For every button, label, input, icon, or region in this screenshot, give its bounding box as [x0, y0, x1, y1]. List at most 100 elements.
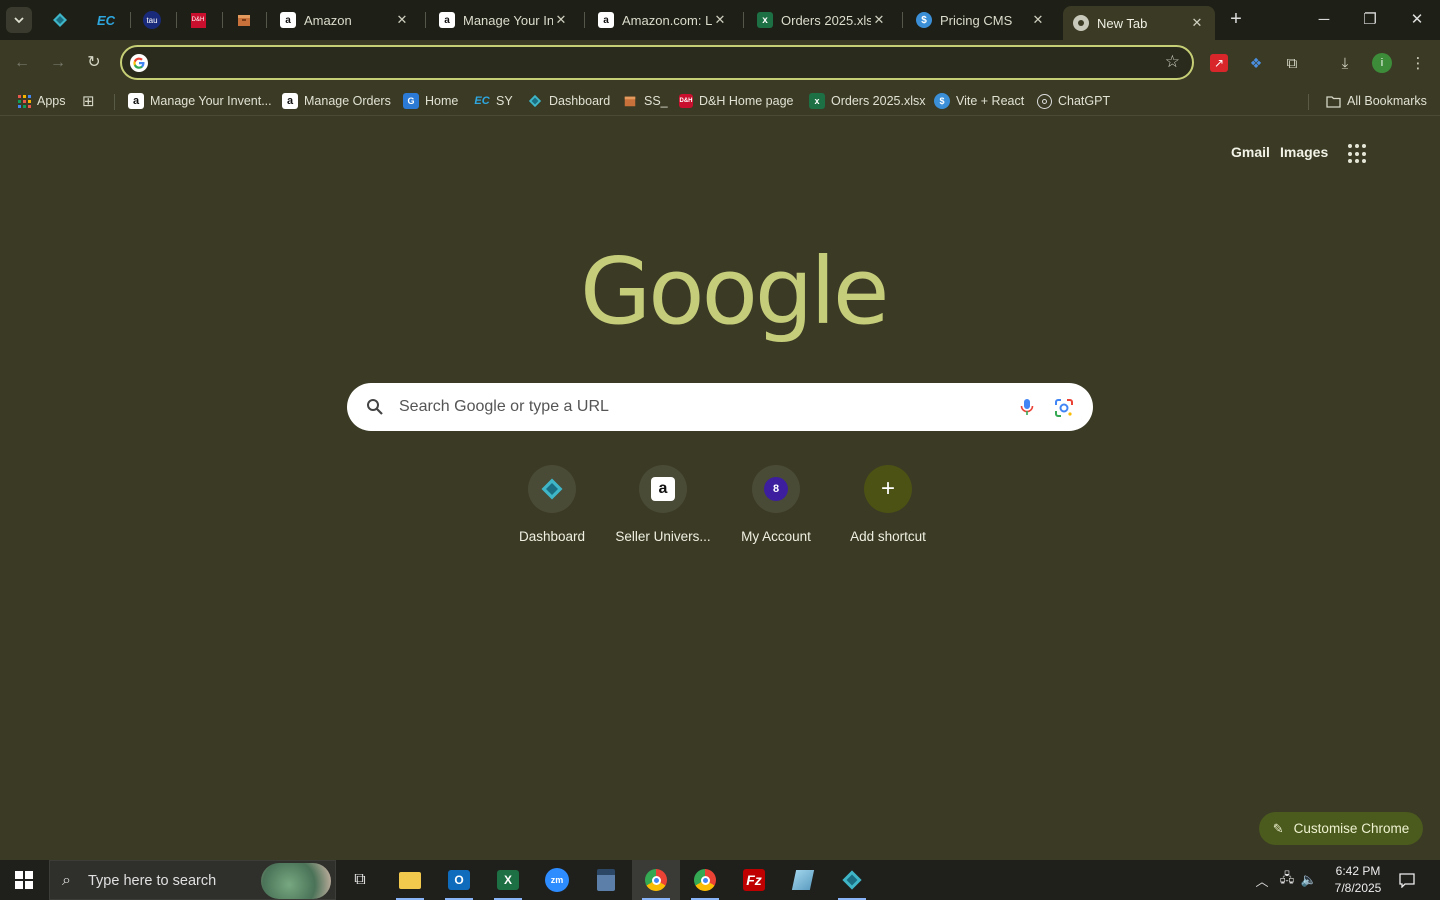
close-icon[interactable]: ✕: [871, 12, 887, 28]
tab-separator: [130, 12, 131, 28]
profile-button[interactable]: i: [1371, 52, 1393, 74]
account-8-icon: 8: [764, 477, 788, 501]
bookmark-manage-orders[interactable]: a Manage Orders: [282, 90, 391, 112]
taskbar-filezilla[interactable]: Fz: [730, 860, 778, 900]
add-shortcut-button[interactable]: + Add shortcut: [832, 465, 944, 555]
taskbar-chrome-profile[interactable]: [681, 860, 729, 900]
start-button[interactable]: [0, 860, 48, 900]
bookmark-dashboard[interactable]: Dashboard: [527, 90, 610, 112]
tab-amazon[interactable]: a Amazon ✕: [270, 6, 420, 34]
tab-title: Orders 2025.xlsx: [781, 12, 871, 28]
notifications-button[interactable]: [1394, 860, 1420, 900]
bookmark-label: All Bookmarks: [1347, 94, 1427, 108]
extension-button[interactable]: ❖: [1245, 52, 1267, 74]
zoom-icon: zm: [545, 868, 569, 892]
taskbar-clock[interactable]: 6:42 PM 7/8/2025: [1318, 863, 1398, 897]
close-icon[interactable]: ✕: [1030, 12, 1046, 28]
google-lens-icon[interactable]: [1053, 397, 1075, 419]
amazon-icon: a: [439, 12, 455, 28]
excel-icon: X: [497, 870, 519, 890]
tab-new-tab[interactable]: New Tab ✕: [1063, 6, 1215, 40]
tab-amazon-lg[interactable]: a Amazon.com: LG ✕: [588, 6, 738, 34]
avatar: i: [1372, 53, 1392, 73]
taskbar-excel[interactable]: X: [484, 860, 532, 900]
close-icon[interactable]: ✕: [553, 12, 569, 28]
address-bar[interactable]: ☆: [120, 45, 1194, 80]
tab-orders-xlsx[interactable]: x Orders 2025.xlsx ✕: [747, 6, 897, 34]
bookmark-tab-groups[interactable]: ⊞: [82, 90, 95, 112]
chrome-menu-button[interactable]: ⋮: [1407, 52, 1429, 74]
shortcut-dashboard[interactable]: Dashboard: [496, 465, 608, 555]
microphone-icon[interactable]: [1017, 397, 1037, 417]
pinned-tab-tau[interactable]: tau: [140, 8, 164, 32]
reload-button[interactable]: ↻: [82, 51, 106, 75]
notes-icon: [791, 870, 815, 890]
all-bookmarks-button[interactable]: All Bookmarks: [1325, 90, 1427, 112]
shortcut-my-account[interactable]: 8 My Account: [720, 465, 832, 555]
bookmark-manage-inventory[interactable]: a Manage Your Invent...: [128, 90, 272, 112]
task-view-icon: ⧉: [354, 871, 366, 888]
clock-date: 7/8/2025: [1334, 881, 1382, 895]
pinned-tab-dh[interactable]: D&H: [186, 8, 210, 32]
gmail-link[interactable]: Gmail: [1231, 144, 1270, 160]
reload-icon: ↻: [87, 54, 101, 71]
new-tab-button[interactable]: +: [1225, 9, 1247, 31]
google-apps-icon[interactable]: [1348, 144, 1368, 164]
tab-manage-inventory[interactable]: a Manage Your Inv ✕: [429, 6, 579, 34]
network-button[interactable]: 🖧: [1276, 860, 1298, 900]
volume-button[interactable]: 🔈: [1298, 860, 1320, 900]
tab-search-button[interactable]: [6, 7, 32, 33]
close-icon[interactable]: ✕: [394, 12, 410, 28]
restore-button[interactable]: ❐: [1358, 8, 1382, 32]
forward-button[interactable]: →: [46, 51, 70, 75]
bookmark-home[interactable]: G Home: [403, 90, 458, 112]
taskbar-calculator[interactable]: [582, 860, 630, 900]
bookmark-ss[interactable]: SS_: [622, 90, 668, 112]
bookmark-dh-home[interactable]: D&H D&H Home page: [679, 90, 794, 112]
minimize-button[interactable]: ─: [1312, 8, 1336, 32]
taskbar-outlook[interactable]: O: [435, 860, 483, 900]
taskbar-file-explorer[interactable]: [386, 860, 434, 900]
bookmark-apps[interactable]: Apps: [18, 90, 66, 112]
ec-icon: EC: [96, 12, 116, 28]
taskbar-search-box[interactable]: ⌕ Type here to search: [49, 860, 336, 900]
task-view-button[interactable]: ⧉: [336, 860, 384, 900]
bookmark-separator: [114, 94, 115, 110]
bookmark-sy[interactable]: EC SY: [474, 90, 512, 112]
back-button[interactable]: ←: [10, 51, 34, 75]
shortcut-tile: [528, 465, 576, 513]
customise-chrome-button[interactable]: ✎ Customise Chrome: [1259, 812, 1423, 845]
amazon-icon: a: [280, 12, 296, 28]
extensions-menu-button[interactable]: ⧉: [1281, 52, 1303, 74]
shortcut-label: Seller Univers...: [615, 529, 711, 544]
pinned-tab-box[interactable]: [232, 8, 256, 32]
tab-pricing-cms[interactable]: $ Pricing CMS ✕: [906, 6, 1056, 34]
ntp-search-box[interactable]: Search Google or type a URL: [347, 383, 1093, 431]
pdf-extension-button[interactable]: ↗: [1208, 52, 1230, 74]
bookmark-chatgpt[interactable]: ChatGPT: [1037, 90, 1110, 112]
taskbar-app[interactable]: [779, 860, 827, 900]
close-icon[interactable]: ✕: [1189, 15, 1205, 31]
tab-separator: [222, 12, 223, 28]
box-icon: [238, 15, 250, 26]
taskbar-dashboard-app[interactable]: [828, 860, 876, 900]
search-placeholder: Search Google or type a URL: [399, 398, 609, 415]
pinned-tab-ec[interactable]: EC: [94, 8, 118, 32]
bookmark-orders-xlsx[interactable]: x Orders 2025.xlsx: [809, 90, 925, 112]
taskbar-zoom[interactable]: zm: [533, 860, 581, 900]
images-link[interactable]: Images: [1280, 144, 1328, 160]
pinned-tab-dashboard[interactable]: [48, 8, 72, 32]
shortcut-seller-university[interactable]: a Seller Univers...: [607, 465, 719, 555]
plus-icon: +: [880, 475, 895, 502]
show-hidden-icons-button[interactable]: ︿: [1252, 860, 1272, 900]
dh-icon: D&H: [679, 94, 693, 108]
search-icon: [367, 399, 383, 415]
dashboard-diamond-icon: [842, 870, 862, 890]
taskbar-chrome-active[interactable]: [632, 860, 680, 900]
bookmark-star-icon[interactable]: ☆: [1165, 52, 1180, 72]
bookmark-vite-react[interactable]: $ Vite + React: [934, 90, 1024, 112]
close-icon[interactable]: ✕: [712, 12, 728, 28]
downloads-button[interactable]: ⤓: [1334, 52, 1356, 74]
tab-separator: [425, 12, 426, 28]
close-window-button[interactable]: ✕: [1405, 8, 1429, 32]
